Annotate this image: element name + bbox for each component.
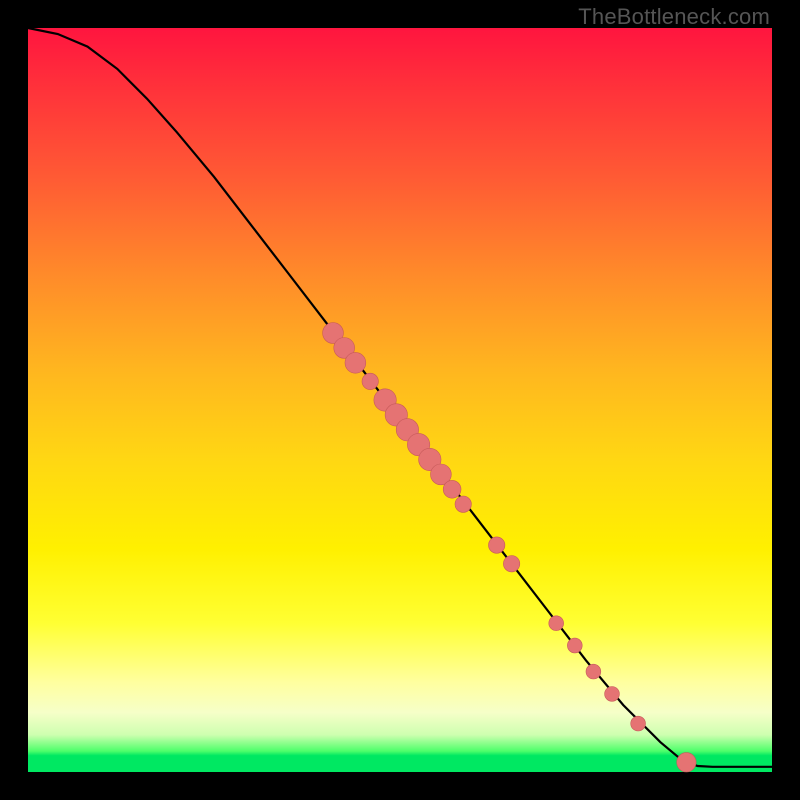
chart-frame: TheBottleneck.com [0,0,800,800]
data-marker [489,537,505,553]
curve-svg [28,28,772,772]
data-marker [503,556,519,572]
data-marker [677,753,696,772]
data-marker [345,352,366,373]
data-marker [443,480,461,498]
data-marker [567,638,582,653]
data-marker [362,373,378,389]
watermark-text: TheBottleneck.com [578,4,770,30]
data-marker [586,664,601,679]
data-marker [631,716,646,731]
plot-area [28,28,772,772]
bottleneck-curve [28,28,772,767]
data-marker [549,616,564,631]
data-marker [605,687,620,702]
data-marker [455,496,471,512]
